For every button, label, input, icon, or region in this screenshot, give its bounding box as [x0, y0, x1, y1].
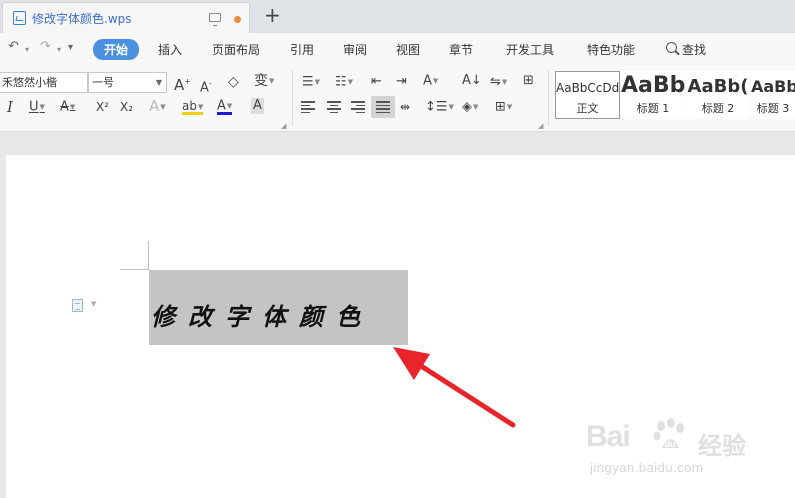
baidu-paw-icon: du — [653, 418, 684, 449]
watermark-url: jingyan.baidu.com — [590, 460, 704, 475]
watermark-du: du — [665, 439, 676, 449]
watermark-jingyan: 经验 — [698, 432, 746, 460]
arrow-head-icon — [393, 347, 430, 380]
watermark-brand: Bai — [586, 420, 631, 453]
baidu-jingyan-watermark: Bai du 经验 jingyan.baidu.com — [586, 418, 786, 490]
arrow-shaft — [415, 361, 516, 428]
